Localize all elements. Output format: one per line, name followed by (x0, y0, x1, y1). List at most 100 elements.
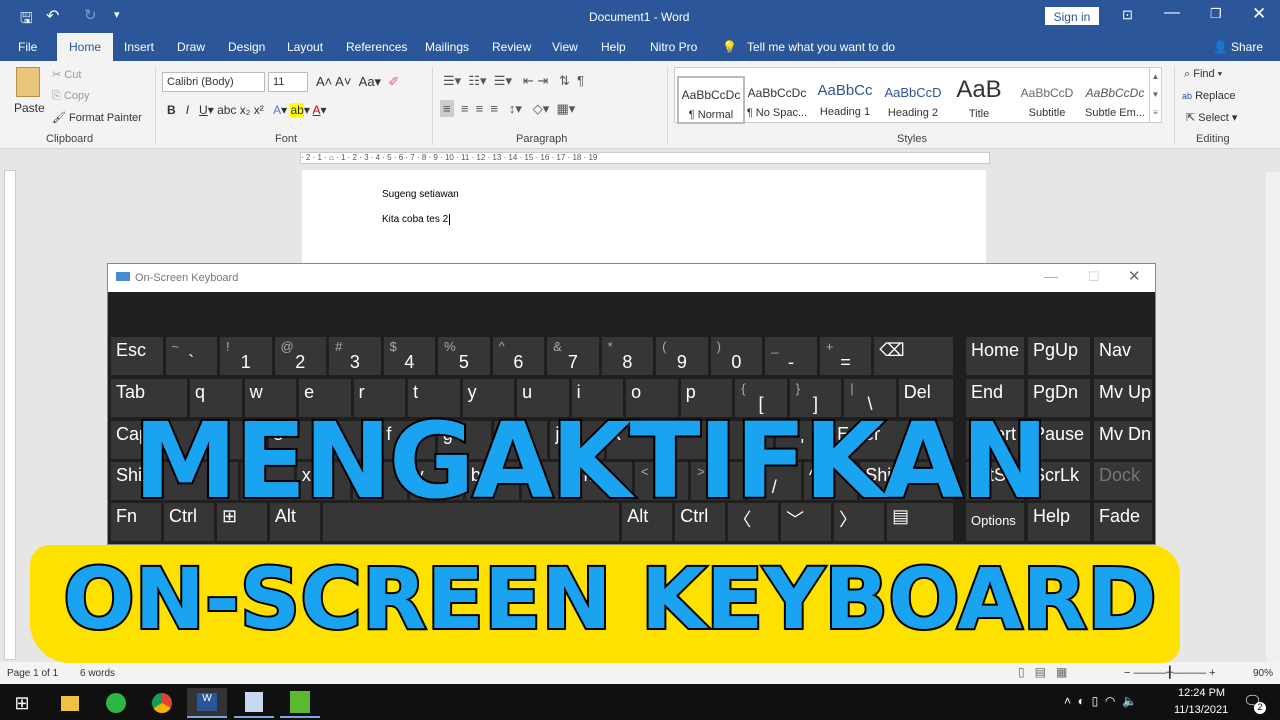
tab-review[interactable]: Review (492, 40, 531, 54)
key[interactable]: $4 (383, 337, 436, 375)
sign-in-button[interactable]: Sign in (1045, 7, 1099, 25)
tab-layout[interactable]: Layout (287, 40, 323, 54)
key[interactable]: _ - (765, 337, 817, 375)
styles-gallery: AaBbCcDc ¶ Normal AaBbCcDc ¶ No Spac... Aa… (674, 67, 1162, 124)
copy-button[interactable]: ⎘ Copy (52, 90, 90, 103)
divider (155, 67, 156, 145)
key[interactable]: ! 1 (220, 337, 272, 375)
vertical-ruler[interactable] (4, 170, 16, 660)
list-buttons[interactable]: ☰▾ ☷▾ ☰▾ ⇤ ⇥ ⇅ ¶ (443, 73, 584, 89)
key[interactable]: % 5 (438, 337, 490, 375)
font-name-select[interactable]: Calibri (Body) (162, 72, 265, 92)
style-no-spacing[interactable]: AaBbCcDc ¶ No Spac... (743, 76, 811, 124)
osk-title: On-Screen Keyboard (135, 272, 239, 284)
style-heading-1[interactable]: AaBbCc Heading 1 (811, 76, 879, 124)
page-count[interactable]: Page 1 of 1 (7, 668, 58, 679)
tab-references[interactable]: References (346, 40, 407, 54)
share-button[interactable]: Share (1231, 40, 1263, 54)
zoom-slider[interactable]: − ———╂——— + (1124, 666, 1244, 679)
lightbulb-icon: 💡 (722, 40, 737, 54)
key[interactable]: Fade (1094, 503, 1152, 541)
osk-close-icon[interactable]: ✕ (1128, 267, 1141, 285)
word-icon[interactable]: W (187, 688, 227, 718)
key[interactable]: ⌫ (874, 337, 953, 375)
customize-toolbar-icon[interactable]: ▾ (114, 8, 120, 21)
view-mode-icons[interactable]: ▯ ▤ ▦ (1018, 665, 1067, 679)
vertical-scrollbar[interactable] (1266, 172, 1280, 662)
key[interactable]: * 8 (601, 337, 654, 375)
camtasia-icon[interactable] (280, 688, 320, 718)
file-explorer-icon[interactable] (50, 688, 90, 718)
style-title[interactable]: AaB Title (945, 76, 1013, 124)
ribbon-display-icon[interactable]: ⊡ (1122, 7, 1133, 23)
key-label: 5 (458, 352, 469, 372)
font-group-label: Font (275, 133, 298, 145)
redo-icon[interactable]: ↻ (84, 6, 97, 24)
tab-file[interactable]: File (18, 40, 37, 54)
key[interactable]: ) 0 (710, 337, 763, 375)
on-screen-keyboard-taskbar-icon[interactable] (234, 688, 274, 718)
key[interactable]: Dock (1094, 462, 1152, 500)
cut-button[interactable]: ✂ Cut (52, 68, 81, 81)
style-name: Subtitle (1028, 107, 1066, 119)
key[interactable]: Nav (1094, 337, 1152, 375)
tab-home[interactable]: Home (57, 33, 114, 61)
style-normal[interactable]: AaBbCcDc ¶ Normal (677, 76, 745, 124)
cut-label: Cut (64, 69, 82, 81)
minimize-icon[interactable]: — (1164, 4, 1180, 22)
replace-button[interactable]: ab Replace (1182, 90, 1235, 102)
tab-insert[interactable]: Insert (124, 40, 154, 54)
clock-date[interactable]: 11/13/2021 (1174, 704, 1228, 716)
style-heading-2[interactable]: AaBbCcD Heading 2 (879, 76, 947, 124)
clock-time[interactable]: 12:24 PM (1178, 687, 1225, 699)
osk-minimize-icon[interactable]: — (1044, 268, 1058, 284)
tab-nitro-pro[interactable]: Nitro Pro (650, 40, 697, 54)
paste-icon[interactable] (16, 67, 40, 97)
key[interactable]: #3 (329, 337, 381, 375)
styles-scroll[interactable]: ▲ ▼ ≡ (1149, 68, 1161, 122)
system-tray-icons[interactable]: ˄ ◐ ▯ ◠ 🔈 (1064, 694, 1137, 708)
tab-design[interactable]: Design (228, 40, 265, 54)
close-icon[interactable]: ✕ (1252, 4, 1266, 24)
alignment-buttons[interactable]: ≡ ≡ ≡ ≡ ↕▾ ◇▾ ▦▾ (440, 100, 575, 117)
word-count[interactable]: 6 words (80, 668, 115, 679)
tab-help[interactable]: Help (601, 40, 626, 54)
osk-maximize-icon[interactable]: ☐ (1088, 269, 1100, 285)
undo-icon[interactable]: ↶ (46, 6, 59, 26)
tab-view[interactable]: View (552, 40, 578, 54)
select-button[interactable]: ⇱ Select ▾ (1186, 111, 1237, 124)
key[interactable]: @2 (274, 337, 327, 375)
style-subtle-emphasis[interactable]: AaBbCcDc Subtle Em... (1081, 76, 1149, 124)
key[interactable]: Esc (111, 337, 163, 375)
zoom-level[interactable]: 90% (1253, 668, 1273, 679)
key[interactable]: PgUp (1028, 337, 1090, 375)
key[interactable]: ^ 6 (492, 337, 545, 375)
share-icon[interactable]: 👤 (1213, 40, 1228, 54)
tab-mailings[interactable]: Mailings (425, 40, 469, 54)
grow-font-icon[interactable]: A˄ A˅ Aa▾ ✐ (316, 74, 399, 90)
paste-button[interactable]: Paste (14, 101, 45, 115)
font-format-buttons[interactable]: B I U▾ abc x₂ x² A▾ ab▾ A▾ (167, 103, 327, 117)
key[interactable]: + = (819, 337, 872, 375)
tab-draw[interactable]: Draw (177, 40, 205, 54)
key[interactable]: Mv Dn (1094, 421, 1152, 459)
chrome-icon[interactable] (142, 688, 182, 718)
tell-me-search[interactable]: Tell me what you want to do (747, 40, 895, 54)
format-painter-button[interactable]: 🖌 Format Painter (52, 111, 142, 124)
start-windows-icon[interactable]: ⊞ (2, 688, 42, 718)
style-subtitle[interactable]: AaBbCcD Subtitle (1013, 76, 1081, 124)
font-size-select[interactable]: 11 (268, 72, 308, 92)
restore-icon[interactable]: ❐ (1210, 6, 1222, 22)
key[interactable]: Mv Up (1094, 379, 1152, 417)
title-bar: 🖫 ↶ ↻ ▾ Document1 - Word Sign in ⊡ — ❐ ✕ (0, 0, 1280, 33)
horizontal-ruler[interactable]: · 2 · 1 · ⌂ · 1 · 2 · 3 · 4 · 5 · 6 · 7 … (300, 152, 990, 164)
key[interactable]: (9 (656, 337, 708, 375)
whatsapp-icon[interactable] (96, 688, 136, 718)
save-icon[interactable]: 🖫 (20, 8, 33, 33)
style-preview: AaBbCcD (884, 85, 942, 100)
document-page[interactable]: Sugeng setiawan Kita coba tes 2 (302, 170, 986, 270)
key[interactable]: ~ ` (165, 337, 218, 375)
key[interactable]: Home (966, 337, 1024, 375)
key[interactable]: & 7 (547, 337, 599, 375)
find-button[interactable]: ⌕ Find ▾ (1184, 68, 1222, 81)
